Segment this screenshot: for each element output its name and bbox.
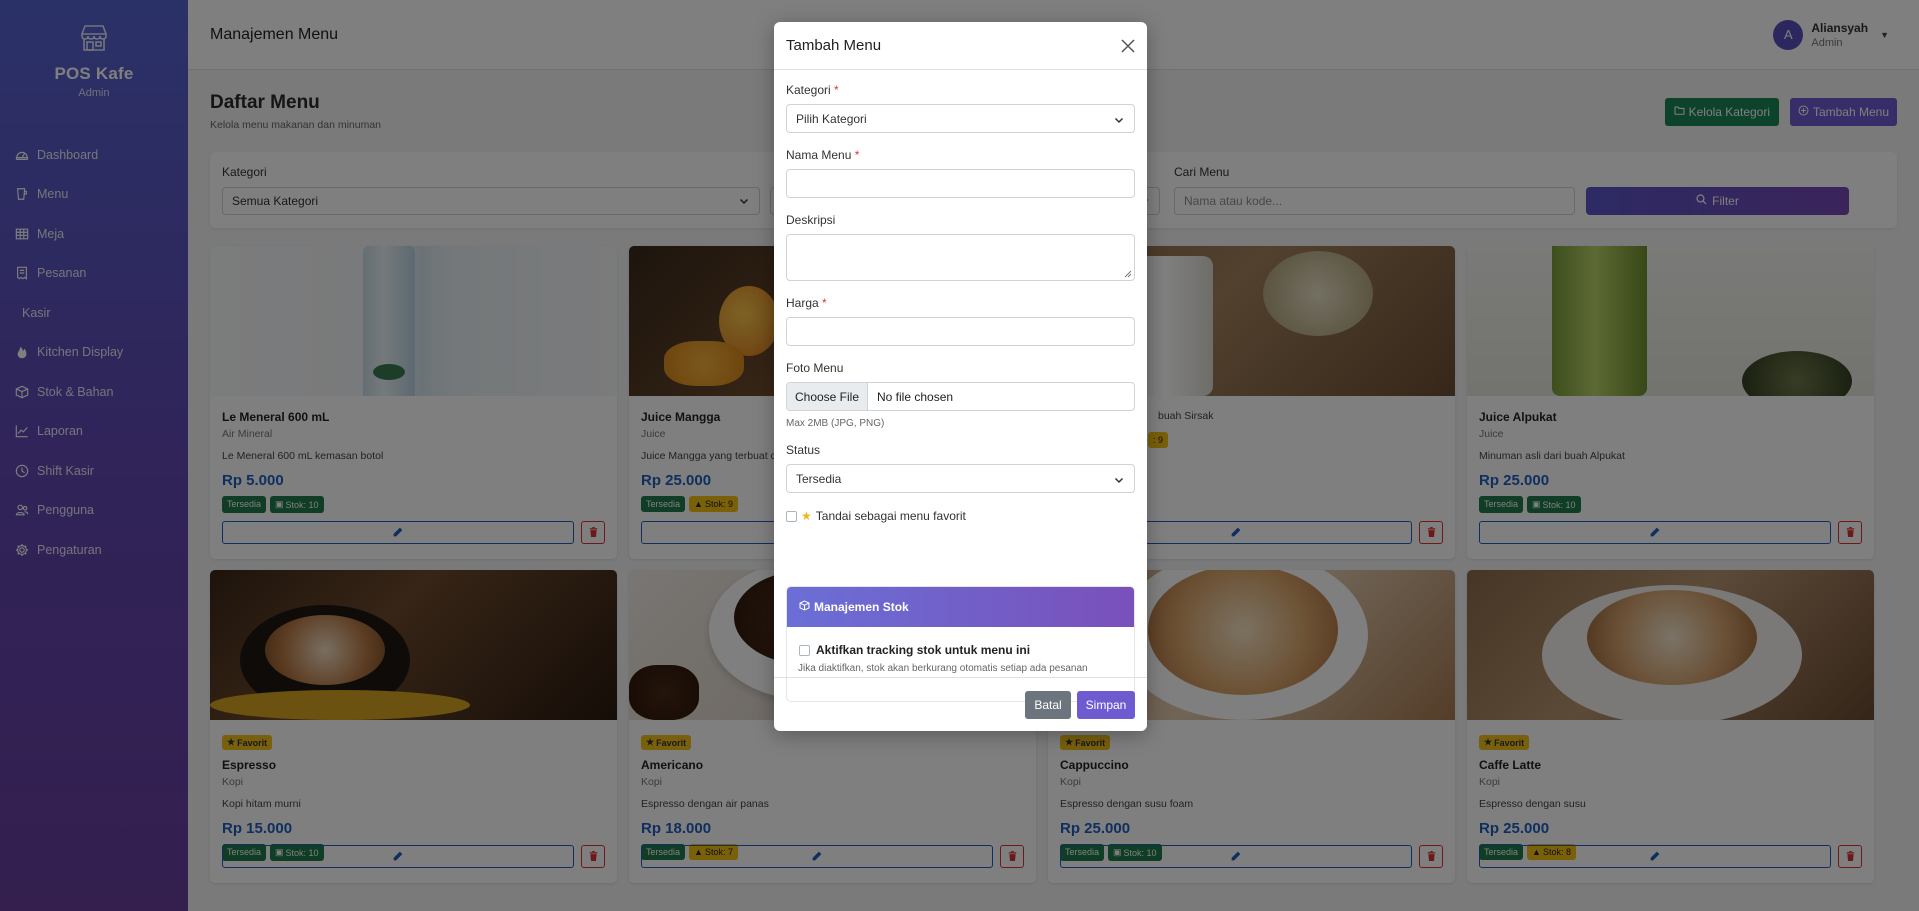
kategori-value: Pilih Kategori: [796, 111, 867, 126]
batal-button[interactable]: Batal: [1025, 691, 1071, 719]
choose-file-button[interactable]: Choose File: [787, 383, 868, 410]
status-value: Tersedia: [796, 471, 842, 486]
chevron-down-icon: [1114, 477, 1124, 484]
foto-menu-label: Foto Menu: [786, 361, 844, 375]
harga-input[interactable]: [786, 317, 1135, 346]
star-icon: ★: [801, 509, 812, 523]
favorite-checkbox[interactable]: [786, 510, 797, 522]
foto-hint: Max 2MB (JPG, PNG): [786, 418, 885, 429]
favorite-checkbox-label: Tandai sebagai menu favorit: [815, 509, 966, 523]
stok-tracking-checkbox[interactable]: [799, 644, 810, 656]
simpan-button[interactable]: Simpan: [1077, 691, 1135, 719]
stok-tracking-toggle: Aktifkan tracking stok untuk menu ini: [799, 643, 1134, 657]
deskripsi-textarea[interactable]: [786, 234, 1135, 281]
harga-label: Harga *: [786, 296, 827, 310]
tambah-menu-modal: Tambah Menu Kategori * Pilih Kategori Na…: [774, 22, 1147, 731]
nama-menu-input[interactable]: [786, 169, 1135, 198]
modal-title: Tambah Menu: [786, 37, 882, 54]
kategori-label: Kategori *: [786, 83, 839, 97]
box-icon: [799, 600, 810, 614]
modal-header: Tambah Menu: [774, 22, 1147, 70]
modal-footer: Batal Simpan: [774, 677, 1147, 731]
kategori-select[interactable]: Pilih Kategori: [786, 104, 1135, 133]
deskripsi-label: Deskripsi: [786, 213, 836, 227]
close-icon[interactable]: [1121, 38, 1135, 53]
foto-file-input[interactable]: Choose File No file chosen: [786, 382, 1135, 411]
status-label: Status: [786, 443, 821, 457]
stok-management-header: Manajemen Stok: [787, 587, 1134, 627]
favorite-toggle: ★ Tandai sebagai menu favorit: [786, 509, 966, 523]
stok-tracking-label: Aktifkan tracking stok untuk menu ini: [816, 643, 1031, 657]
file-status: No file chosen: [877, 389, 954, 404]
nama-menu-label: Nama Menu *: [786, 148, 860, 162]
chevron-down-icon: [1114, 117, 1124, 124]
status-select[interactable]: Tersedia: [786, 464, 1135, 493]
stok-management-title: Manajemen Stok: [814, 600, 909, 614]
stok-tracking-hint: Jika diaktifkan, stok akan berkurang oto…: [798, 663, 1088, 674]
resize-handle-icon[interactable]: [1124, 270, 1132, 278]
